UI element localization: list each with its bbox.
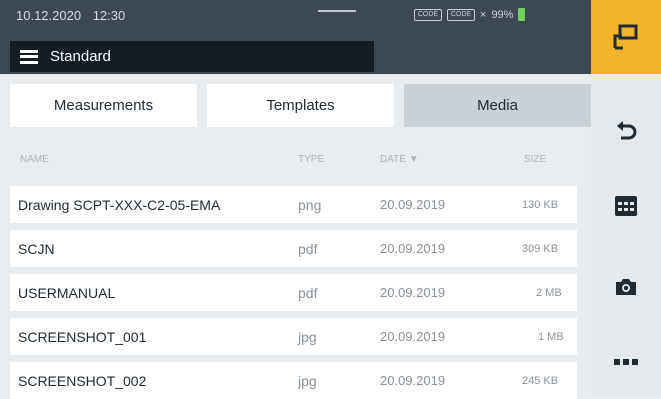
file-date: 20.09.2019 (380, 197, 446, 212)
file-type: jpg (298, 373, 317, 389)
file-type: pdf (298, 285, 318, 301)
device-chip-1: CODE (414, 8, 442, 21)
file-type: jpg (298, 329, 317, 345)
list-item[interactable]: SCJN pdf 20.09.2019 309 KB (10, 230, 577, 267)
menu-button[interactable]: Standard (10, 41, 374, 72)
device-chip-2: CODE (447, 8, 475, 21)
hamburger-icon (20, 49, 38, 64)
file-size: 309 KB (522, 243, 559, 255)
back-button[interactable] (591, 112, 661, 152)
file-date: 20.09.2019 (380, 241, 446, 256)
column-date[interactable]: DATE ▼ (380, 154, 419, 165)
file-name: SCJN (18, 241, 55, 257)
close-icon: × (480, 8, 487, 21)
list-header: NAME TYPE DATE ▼ SIZE (10, 138, 591, 176)
side-toolbar (591, 0, 661, 397)
camera-button[interactable] (591, 267, 661, 307)
menu-label: Standard (50, 48, 111, 65)
tab-measurements[interactable]: Measurements (10, 84, 197, 127)
file-type: pdf (298, 241, 318, 257)
file-size: 130 KB (522, 199, 559, 211)
column-type[interactable]: TYPE (298, 154, 324, 165)
grid-button[interactable] (591, 186, 661, 226)
tab-media[interactable]: Media (404, 84, 591, 127)
file-date: 20.09.2019 (380, 329, 446, 344)
tab-bar: Measurements Templates Media (10, 84, 591, 127)
file-size: 1 MB (538, 331, 564, 343)
file-name: Drawing SCPT-XXX-C2-05-EMA (18, 197, 221, 213)
file-date: 20.09.2019 (380, 285, 446, 300)
status-date: 10.12.2020 (16, 8, 82, 23)
share-icon (613, 24, 638, 50)
drag-handle[interactable] (318, 10, 356, 12)
file-name: USERMANUAL (18, 285, 116, 301)
column-name[interactable]: NAME (20, 154, 49, 165)
battery-icon (518, 8, 526, 21)
undo-icon (617, 121, 637, 140)
file-name: SCREENSHOT_002 (18, 373, 147, 389)
file-type: png (298, 197, 322, 213)
tab-templates[interactable]: Templates (207, 84, 394, 127)
share-button[interactable] (591, 0, 661, 74)
list-item[interactable]: USERMANUAL pdf 20.09.2019 2 MB (10, 274, 577, 311)
file-size: 2 MB (536, 287, 562, 299)
grid-icon (615, 196, 637, 216)
camera-icon (616, 279, 636, 295)
list-item[interactable]: SCREENSHOT_002 jpg 20.09.2019 245 KB (10, 362, 577, 399)
status-time: 12:30 (92, 8, 126, 23)
file-size: 245 KB (522, 375, 559, 387)
column-size[interactable]: SIZE (524, 154, 546, 165)
file-date: 20.09.2019 (380, 373, 446, 388)
more-icon (614, 359, 638, 365)
status-bar: 10.12.2020 12:30 CODE CODE × 99% Standar… (0, 0, 591, 74)
more-button[interactable] (591, 342, 661, 382)
system-indicators: CODE CODE × 99% (414, 8, 526, 21)
file-name: SCREENSHOT_001 (18, 329, 147, 345)
list-item[interactable]: Drawing SCPT-XXX-C2-05-EMA png 20.09.201… (10, 186, 577, 223)
list-item[interactable]: SCREENSHOT_001 jpg 20.09.2019 1 MB (10, 318, 577, 355)
clock: 10.12.2020 12:30 (16, 8, 125, 23)
battery-percent: 99% (491, 8, 514, 21)
